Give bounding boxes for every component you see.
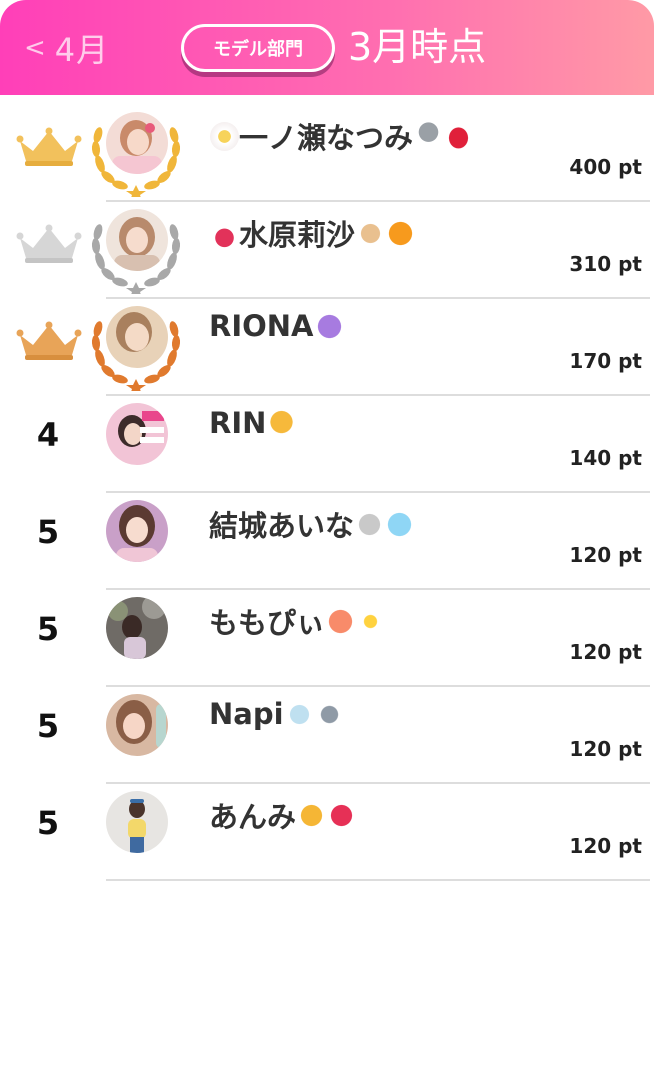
- period-title: 3月時点: [348, 25, 487, 69]
- avatar: [106, 500, 168, 562]
- ranking-row[interactable]: 5 ももぴぃ 120 pt: [0, 590, 654, 687]
- light-blue-heart-icon: [385, 509, 415, 539]
- two-hearts-icon: [327, 800, 357, 830]
- ranking-row[interactable]: 一ノ瀬なつみ 400 pt: [0, 105, 654, 202]
- rank-number: 5: [36, 707, 60, 745]
- ranking-row[interactable]: 5 あんみ 120 pt: [0, 784, 654, 881]
- points-value: 170 pt: [569, 349, 642, 373]
- beer-mugs-icon: [297, 800, 327, 830]
- previous-month-label: 4月: [54, 31, 110, 69]
- points-value: 140 pt: [569, 446, 642, 470]
- peach-icon: [326, 606, 356, 636]
- points-value: 120 pt: [569, 640, 642, 664]
- bell-icon: [267, 408, 297, 438]
- model-name: 一ノ瀬なつみ: [209, 115, 474, 157]
- classical-building-icon: [314, 699, 344, 729]
- model-name: ももぴぃ: [209, 600, 386, 642]
- flower-icon: [210, 121, 239, 151]
- ranking-list: 一ノ瀬なつみ 400 pt 水原莉沙 310 pt RIONA 170 pt 4…: [0, 105, 654, 881]
- model-name: Napi: [209, 697, 344, 731]
- ranking-row[interactable]: 水原莉沙 310 pt: [0, 202, 654, 299]
- ranking-row[interactable]: 4 RIN 140 pt: [0, 396, 654, 493]
- silver-crown-icon: [16, 224, 82, 263]
- rank-number: 4: [36, 416, 60, 454]
- gold-crown-icon: [16, 127, 82, 166]
- ranking-row[interactable]: 5 Napi 120 pt: [0, 687, 654, 784]
- avatar: [106, 597, 168, 659]
- model-name: あんみ: [209, 794, 357, 836]
- angel-icon: [284, 699, 314, 729]
- model-name: RIN: [209, 406, 297, 440]
- chevron-left-icon: <: [24, 33, 47, 63]
- points-value: 120 pt: [569, 543, 642, 567]
- avatar: [106, 403, 168, 465]
- category-selector[interactable]: モデル部門: [181, 24, 335, 72]
- dancer-icon: [210, 218, 239, 248]
- ranking-header: < 4月 モデル部門 3月時点: [0, 0, 654, 95]
- rabbit-icon: [355, 509, 385, 539]
- model-name: 結城あいな: [209, 503, 415, 545]
- points-value: 400 pt: [569, 155, 642, 179]
- previous-month-button[interactable]: < 4月: [24, 26, 109, 70]
- avatar: [106, 209, 168, 271]
- avatar: [106, 694, 168, 756]
- points-value: 120 pt: [569, 834, 642, 858]
- ranking-row[interactable]: 5 結城あいな 120 pt: [0, 493, 654, 590]
- avatar: [106, 791, 168, 853]
- model-name: RIONA: [209, 309, 344, 343]
- orange-icon: [386, 218, 416, 248]
- points-value: 310 pt: [569, 252, 642, 276]
- dog-icon: [356, 218, 386, 248]
- avatar: [106, 112, 168, 174]
- lips-icon: [444, 121, 474, 151]
- microphone-icon: [414, 121, 444, 151]
- points-value: 120 pt: [569, 737, 642, 761]
- bronze-crown-icon: [16, 321, 82, 360]
- row-divider: [106, 879, 650, 881]
- avatar: [106, 306, 168, 368]
- ranking-row[interactable]: RIONA 170 pt: [0, 299, 654, 396]
- purple-heart-icon: [314, 311, 344, 341]
- sparkles-icon: [356, 606, 386, 636]
- model-name: 水原莉沙: [209, 212, 416, 254]
- rank-number: 5: [36, 804, 60, 842]
- rank-number: 5: [36, 513, 60, 551]
- rank-number: 5: [36, 610, 60, 648]
